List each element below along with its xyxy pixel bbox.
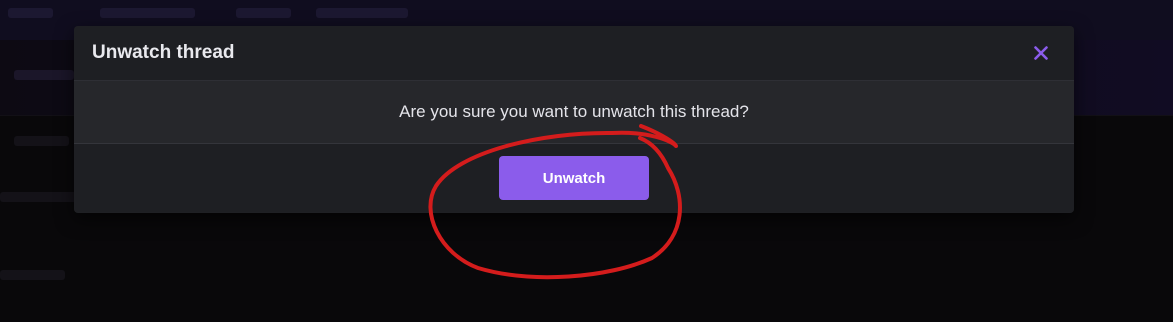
dialog-body: Are you sure you want to unwatch this th… [74,81,1074,144]
dialog-title: Unwatch thread [92,42,235,63]
unwatch-dialog: Unwatch thread Are you sure you want to … [74,26,1074,213]
dialog-header: Unwatch thread [74,26,1074,81]
unwatch-button[interactable]: Unwatch [499,156,649,200]
dialog-footer: Unwatch [74,144,1074,212]
dialog-message: Are you sure you want to unwatch this th… [399,102,749,121]
close-button[interactable] [1030,42,1052,64]
page: Unwatch thread Are you sure you want to … [0,0,1173,322]
close-icon [1034,46,1048,60]
